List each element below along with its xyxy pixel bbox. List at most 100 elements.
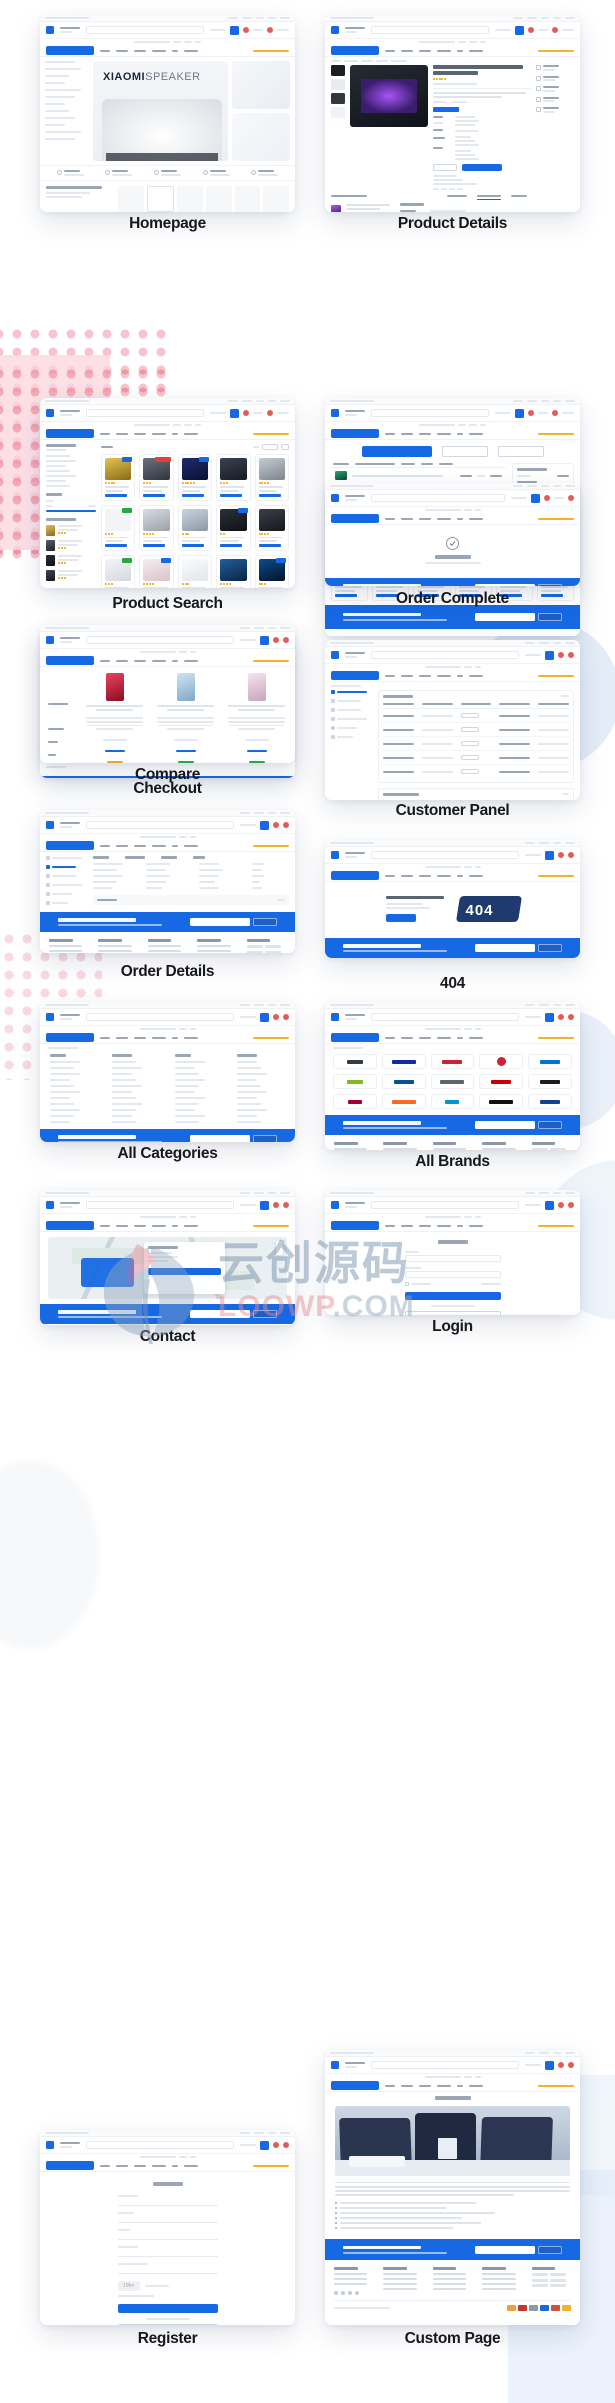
cart-row[interactable] (331, 468, 506, 484)
account-icon[interactable] (283, 2142, 289, 2148)
step-order-complete[interactable] (497, 446, 544, 457)
newsletter-subscribe-button[interactable] (253, 1310, 277, 1318)
hero-banner[interactable]: XIAOMISPEAKER (93, 61, 228, 161)
wishlist-icon[interactable] (273, 637, 279, 643)
brand-tile[interactable] (333, 1094, 377, 1109)
get-directions-button[interactable] (147, 1267, 221, 1275)
all-categories-button[interactable] (331, 871, 379, 880)
product-card[interactable] (177, 555, 213, 588)
wishlist-icon[interactable] (273, 1014, 279, 1020)
create-account-button[interactable] (404, 1310, 501, 1315)
account-icon[interactable] (267, 27, 273, 33)
screen-homepage[interactable]: XIAOMISPEAKER (40, 15, 295, 212)
screen-all-brands[interactable] (325, 1002, 580, 1150)
create-account-button[interactable] (117, 2303, 218, 2313)
search-input[interactable] (371, 409, 489, 417)
search-input[interactable] (371, 26, 489, 34)
brand-tile[interactable] (381, 1094, 426, 1109)
search-input[interactable] (371, 2061, 519, 2069)
cart-steps[interactable] (325, 440, 580, 463)
brand-tile[interactable] (528, 1094, 572, 1109)
wishlist-icon[interactable] (544, 495, 550, 501)
login-form[interactable] (404, 1240, 501, 1315)
wishlist-icon[interactable] (558, 1202, 564, 1208)
screen-custom-page[interactable] (325, 2050, 580, 2325)
brand-tile[interactable] (528, 1054, 572, 1069)
price-slider[interactable] (46, 510, 96, 512)
search-input[interactable] (86, 26, 204, 34)
pd-tabs-area[interactable] (325, 190, 580, 200)
all-categories-button[interactable] (46, 2161, 94, 2170)
search-input[interactable] (86, 821, 234, 829)
related-products[interactable] (331, 203, 395, 212)
compare-columns[interactable] (84, 673, 287, 763)
account-icon[interactable] (283, 1202, 289, 1208)
cart-icon[interactable] (260, 2140, 269, 2150)
screen-customer-panel[interactable] (325, 640, 580, 800)
search-input[interactable] (86, 1201, 234, 1209)
screen-register[interactable]: 19bv (40, 2130, 295, 2325)
search-input[interactable] (86, 409, 204, 417)
orders-panel[interactable] (378, 690, 574, 800)
wishlist-icon[interactable] (273, 822, 279, 828)
account-icon[interactable] (568, 2062, 574, 2068)
step-shopping-cart[interactable] (361, 446, 432, 457)
compare-screen[interactable] (40, 625, 295, 763)
login-button[interactable] (404, 1291, 501, 1300)
newsletter-subscribe-button[interactable] (538, 2245, 562, 2254)
account-icon[interactable] (283, 1014, 289, 1020)
all-categories-button[interactable] (46, 46, 94, 55)
search-results[interactable] (101, 444, 289, 588)
promo-banner-2[interactable] (232, 113, 290, 161)
order-row[interactable] (383, 723, 569, 737)
newsletter-email-input[interactable] (475, 944, 535, 952)
brand-tile[interactable] (479, 1054, 524, 1069)
product-card[interactable] (216, 504, 251, 552)
all-categories-button[interactable] (331, 429, 379, 438)
account-icon[interactable] (283, 637, 289, 643)
cart-icon[interactable] (515, 408, 524, 418)
account-icon[interactable] (552, 410, 558, 416)
wishlist-icon[interactable] (558, 2062, 564, 2068)
category-column[interactable] (50, 1054, 98, 1123)
cart-icon[interactable] (260, 1012, 269, 1022)
brand-tile[interactable] (430, 1094, 475, 1109)
screen-order-complete[interactable] (325, 483, 580, 586)
cart-icon[interactable] (260, 1200, 269, 1210)
cart-icon[interactable] (515, 25, 524, 35)
wishlist-icon[interactable] (558, 652, 564, 658)
add-to-cart-button[interactable] (462, 163, 502, 171)
pd-navbar[interactable] (325, 45, 580, 57)
search-input[interactable] (371, 851, 519, 859)
category-column[interactable] (236, 1054, 285, 1123)
all-categories-button[interactable] (46, 1221, 94, 1230)
search-input[interactable] (371, 1201, 519, 1209)
product-card[interactable] (254, 454, 289, 501)
account-sidebar[interactable] (331, 690, 373, 800)
wishlist-icon[interactable] (273, 1202, 279, 1208)
account-information[interactable] (378, 788, 574, 800)
product-card[interactable] (254, 555, 289, 588)
brand-tile[interactable] (381, 1074, 426, 1089)
all-categories-button[interactable] (46, 1033, 94, 1042)
compare-column[interactable] (155, 673, 216, 763)
product-card[interactable] (177, 454, 213, 501)
product-card[interactable] (101, 504, 136, 552)
promo-column[interactable] (232, 61, 290, 161)
product-card[interactable] (139, 454, 174, 501)
search-input[interactable] (371, 1013, 519, 1021)
quantity-stepper[interactable] (433, 163, 457, 171)
search-input[interactable] (371, 494, 505, 502)
product-card[interactable] (101, 555, 136, 588)
compare-column[interactable] (84, 673, 145, 763)
search-input[interactable] (86, 2141, 234, 2149)
wishlist-icon[interactable] (243, 410, 249, 416)
screen-order-details[interactable] (40, 810, 295, 953)
newsletter-email-input[interactable] (475, 612, 535, 621)
product-card[interactable] (101, 454, 136, 501)
newsletter-subscribe-button[interactable] (253, 1135, 277, 1142)
product-card[interactable] (254, 504, 289, 552)
search-input[interactable] (86, 1013, 234, 1021)
account-icon[interactable] (568, 652, 574, 658)
search-input[interactable] (371, 651, 519, 659)
